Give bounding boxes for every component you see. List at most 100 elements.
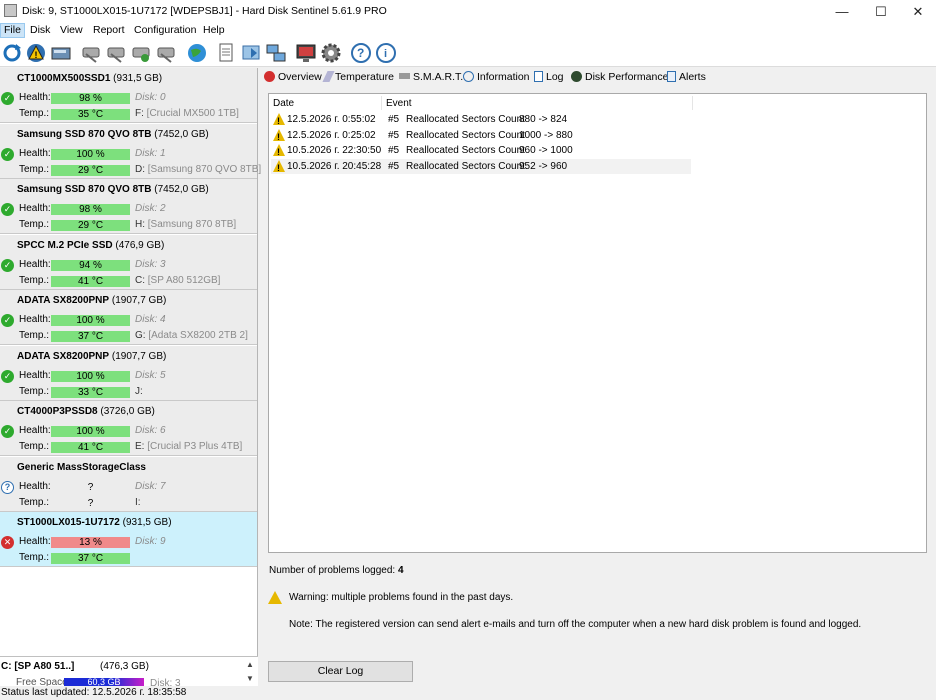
health-label: Health: bbox=[19, 258, 51, 270]
disk-index: Disk: 0 bbox=[135, 92, 166, 103]
log-attribute-id: #5 bbox=[388, 145, 400, 156]
menu-help[interactable]: Help bbox=[200, 23, 228, 38]
disk-model: Samsung SSD 870 QVO 8TB bbox=[17, 128, 152, 140]
menu-disk[interactable]: Disk bbox=[27, 23, 53, 38]
wrench-icon[interactable] bbox=[155, 42, 177, 64]
tab-information[interactable]: Information bbox=[463, 71, 530, 87]
disk-item[interactable]: CT4000P3PSSD8 (3726,0 GB) ✓ Health: 100 % Di… bbox=[0, 401, 257, 456]
disk-item[interactable]: Samsung SSD 870 QVO 8TB (7452,0 GB) ✓ Heal… bbox=[0, 123, 261, 179]
info-icon[interactable]: i bbox=[375, 42, 397, 64]
refresh-icon[interactable] bbox=[1, 42, 23, 64]
disk-index: Disk: 9 bbox=[135, 536, 166, 547]
help-icon[interactable]: ? bbox=[350, 42, 372, 64]
health-bar: 100 % bbox=[51, 148, 130, 160]
column-header-event[interactable]: Event bbox=[386, 98, 412, 109]
log-row[interactable]: 10.5.2026 г. 20:45:28 #5 Reallocated Secto… bbox=[271, 158, 691, 176]
disk-size: (3726,0 GB) bbox=[100, 406, 155, 417]
temp-label: Temp.: bbox=[19, 552, 50, 563]
health-bar: 98 % bbox=[51, 204, 130, 215]
disk-size: (476,9 GB) bbox=[115, 239, 165, 251]
error-icon bbox=[264, 71, 275, 82]
menu-view[interactable]: View bbox=[57, 23, 86, 38]
tab-overview[interactable]: Overview bbox=[264, 71, 322, 87]
disk-model: SPCC M.2 PCIe SSD bbox=[17, 239, 113, 251]
disk-volume: J: bbox=[135, 386, 143, 397]
tab-log[interactable]: Log bbox=[534, 71, 564, 87]
volume-label: [SP A80 512GB] bbox=[147, 274, 221, 286]
tab-disk-performance[interactable]: Disk Performance bbox=[571, 71, 668, 87]
send-report-icon[interactable] bbox=[240, 42, 262, 64]
disk-size: (7452,0 GB) bbox=[154, 184, 209, 195]
disk-volume: H: [Samsung 870 8TB] bbox=[135, 219, 236, 230]
alert-icon[interactable]: ! bbox=[25, 42, 47, 64]
partition-label[interactable]: C: [SP A80 51..] bbox=[1, 661, 74, 672]
disk-size: (1907,7 GB) bbox=[111, 350, 167, 362]
problems-label: Number of problems logged: bbox=[269, 565, 396, 576]
problems-count: 4 bbox=[397, 565, 404, 576]
scroll-down-button[interactable]: ▼ bbox=[244, 673, 256, 685]
smart-icon bbox=[399, 73, 410, 79]
report-icon[interactable] bbox=[215, 42, 237, 64]
minimize-button[interactable]: — bbox=[823, 0, 861, 23]
disk-item[interactable]: SPCC M.2 PCIe SSD (476,9 GB) ✓ Health: 94 %… bbox=[0, 234, 257, 290]
tab-smart[interactable]: S.M.A.R.T. bbox=[399, 71, 463, 87]
column-header-date[interactable]: Date bbox=[273, 98, 294, 109]
disk-item[interactable]: ST1000LX015-1U7172 (931,5 GB) ✕ Health: 13 … bbox=[0, 512, 257, 567]
log-row[interactable]: 12.5.2026 г. 0:55:02 #5 Reallocated Sector… bbox=[271, 112, 691, 129]
ok-status-icon: ✓ bbox=[1, 203, 14, 216]
network-icon[interactable] bbox=[265, 42, 287, 64]
wrench-icon[interactable] bbox=[130, 42, 152, 64]
disk-name: CT4000P3PSSD8 (3726,0 GB) bbox=[17, 406, 155, 417]
tab-alerts[interactable]: Alerts bbox=[667, 71, 706, 87]
disk-index: Disk: 3 bbox=[135, 258, 166, 270]
ok-status-icon: ✓ bbox=[1, 147, 14, 161]
health-label: Health: bbox=[19, 314, 51, 325]
unknown-status-icon: ? bbox=[1, 480, 14, 494]
drive-letter: F: bbox=[135, 108, 144, 119]
clear-log-button[interactable]: Clear Log bbox=[268, 661, 413, 682]
status-bar: Status last updated: 12.5.2026 г. 18:35:… bbox=[0, 686, 936, 700]
info-icon bbox=[463, 71, 474, 82]
temperature-bar: 29 °C bbox=[51, 220, 130, 231]
menu-report[interactable]: Report bbox=[90, 23, 128, 38]
menu-configuration[interactable]: Configuration bbox=[131, 23, 199, 38]
wrench-icon[interactable] bbox=[105, 42, 127, 64]
scroll-up-button[interactable]: ▲ bbox=[244, 659, 256, 671]
disk-size: (931,5 GB) bbox=[113, 73, 163, 84]
close-button[interactable]: ✕ bbox=[899, 0, 936, 23]
ok-status-icon: ✓ bbox=[1, 369, 14, 383]
health-bar: 13 % bbox=[51, 537, 130, 548]
disk-item[interactable]: CT1000MX500SSD1 (931,5 GB) ✓ Health: 98 % Di… bbox=[0, 68, 257, 123]
disk-item[interactable]: Generic MassStorageClass ? Health:? Disk: … bbox=[0, 456, 257, 512]
disk-item[interactable]: ADATA SX8200PNP (1907,7 GB) ✓ Health: 100 %… bbox=[0, 345, 257, 401]
health-bar: 100 % bbox=[51, 426, 130, 437]
temp-label: Temp.: bbox=[19, 330, 50, 341]
globe-icon[interactable] bbox=[186, 42, 208, 64]
disk-index: Disk: 7 bbox=[135, 480, 166, 492]
drive-letter: I: bbox=[135, 496, 141, 508]
monitor-icon[interactable] bbox=[295, 42, 317, 64]
log-attribute-id: #5 bbox=[388, 114, 400, 125]
disk-name: SPCC M.2 PCIe SSD (476,9 GB) bbox=[17, 240, 164, 251]
log-list[interactable]: Date Event 12.5.2026 г. 0:55:02 #5 Realloc… bbox=[268, 93, 927, 553]
log-row[interactable]: 10.5.2026 г. 22:30:50 #5 Reallocated Secto… bbox=[271, 143, 691, 160]
maximize-button[interactable]: ☐ bbox=[862, 0, 900, 23]
disk-icon[interactable] bbox=[50, 42, 72, 64]
disk-item[interactable]: ADATA SX8200PNP (1907,7 GB) ✓ Health: 100 %… bbox=[0, 290, 257, 345]
temp-label: Temp.: bbox=[19, 496, 50, 508]
disk-name: Generic MassStorageClass bbox=[17, 462, 146, 473]
menu-file[interactable]: File bbox=[0, 23, 25, 38]
wrench-icon[interactable] bbox=[80, 42, 102, 64]
health-label: Health: bbox=[19, 480, 51, 492]
warning-text: Warning: multiple problems found in the … bbox=[289, 592, 514, 603]
disk-volume: I: bbox=[135, 497, 141, 508]
warning-icon bbox=[273, 144, 285, 160]
disk-model: Samsung SSD 870 QVO 8TB bbox=[17, 184, 152, 195]
disk-item[interactable]: Samsung SSD 870 QVO 8TB (7452,0 GB) ✓ Heal… bbox=[0, 179, 257, 234]
disk-index: Disk: 4 bbox=[135, 314, 166, 325]
tab-temperature[interactable]: Temperature bbox=[322, 71, 394, 87]
gear-icon[interactable] bbox=[320, 42, 342, 64]
svg-text:?: ? bbox=[357, 46, 364, 60]
temp-label: Temp.: bbox=[19, 108, 50, 119]
log-row[interactable]: 12.5.2026 г. 0:25:02 #5 Reallocated Sector… bbox=[271, 128, 691, 145]
